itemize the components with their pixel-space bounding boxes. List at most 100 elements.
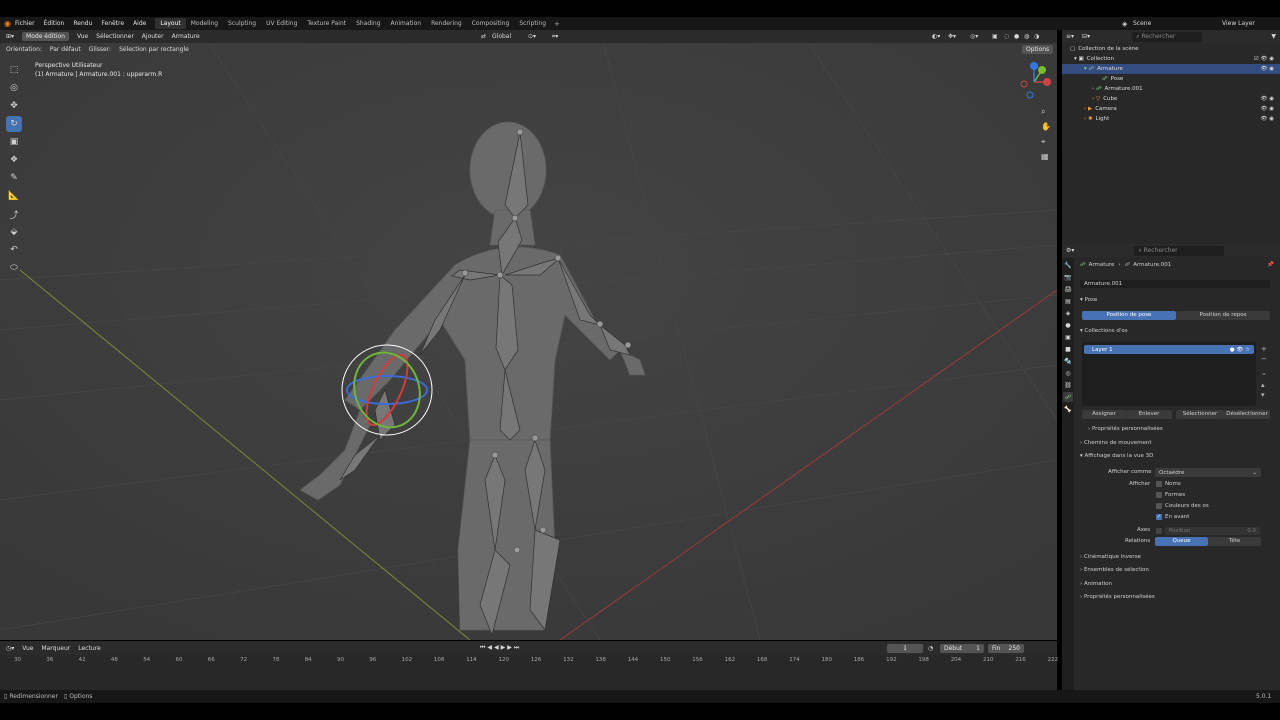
workspace-tab-uv-editing[interactable]: UV Editing: [261, 18, 302, 29]
timeline-menu-playback[interactable]: Lecture: [78, 645, 100, 652]
axes-checkbox[interactable]: [1156, 527, 1162, 534]
drag-selector[interactable]: Sélection par rectangle: [119, 46, 189, 53]
world-tab-icon[interactable]: ●: [1063, 320, 1073, 330]
extrude-icon[interactable]: ⤴: [6, 206, 22, 222]
workspace-tab-compositing[interactable]: Compositing: [467, 18, 515, 29]
workspace-tab-rendering[interactable]: Rendering: [426, 18, 467, 29]
view-layer-selector[interactable]: View Layer: [1222, 20, 1255, 27]
output-tab-icon[interactable]: 🖨: [1063, 284, 1073, 294]
scale-icon[interactable]: ▣: [6, 134, 22, 150]
blender-logo-icon[interactable]: ◉: [4, 19, 11, 28]
outliner-item-armature-data[interactable]: › ☍ Armature.001: [1062, 84, 1280, 94]
modifier-tab-icon[interactable]: 🔩: [1063, 356, 1073, 366]
tool-tab-icon[interactable]: 🔧: [1063, 260, 1073, 270]
workspace-tab-shading[interactable]: Shading: [351, 18, 385, 29]
visibility-toggles[interactable]: 👁 ◉: [1260, 116, 1274, 122]
scene-selector[interactable]: Scene: [1133, 20, 1151, 27]
viewport-display-header[interactable]: ▾ Affichage dans la vue 3D: [1080, 453, 1153, 459]
end-frame-field[interactable]: Fin 250: [988, 643, 1024, 653]
menu-view[interactable]: Vue: [77, 33, 88, 40]
shading-material-icon[interactable]: ◍: [1024, 33, 1029, 40]
display-mode-icon[interactable]: ⊟▾: [1082, 33, 1090, 40]
remove-button[interactable]: Enlever: [1126, 410, 1172, 419]
transform-orientation-selector[interactable]: Global: [492, 33, 511, 40]
editor-type-icon[interactable]: ⊞▾: [6, 33, 14, 40]
move-down-icon[interactable]: ▾: [1261, 390, 1267, 400]
pin-icon[interactable]: 📌: [1267, 262, 1274, 268]
outliner-search[interactable]: ⌕ Rechercher: [1132, 31, 1203, 42]
relation-tail-button[interactable]: Queue: [1155, 537, 1208, 546]
collection-tab-icon[interactable]: ▣: [1063, 332, 1073, 342]
move-icon[interactable]: ✥: [6, 98, 22, 114]
properties-editor-icon[interactable]: ⚙▾: [1066, 247, 1074, 254]
custom-props-header[interactable]: › Propriétés personnalisées: [1080, 594, 1155, 600]
envelope-icon[interactable]: ⬭: [6, 260, 22, 276]
playback-controls[interactable]: ⏮◀◀▶▶⏭: [480, 644, 521, 652]
filter-icon[interactable]: ▼: [1271, 33, 1276, 40]
outliner-root[interactable]: ▢ Collection de la scène: [1062, 44, 1280, 54]
3d-viewport[interactable]: [0, 30, 1057, 640]
add-workspace-icon[interactable]: +: [554, 20, 560, 28]
axes-position-field[interactable]: Position 0.0: [1165, 526, 1260, 535]
gizmo-icon[interactable]: ✥▾: [948, 33, 956, 40]
workspace-tab-sculpting[interactable]: Sculpting: [223, 18, 261, 29]
scene-tab-icon[interactable]: ◈: [1063, 308, 1073, 318]
menu-window[interactable]: Fenêtre: [101, 20, 124, 27]
outliner-editor-icon[interactable]: ≡▾: [1066, 33, 1074, 40]
transform-icon[interactable]: ❖: [6, 152, 22, 168]
menu-add[interactable]: Ajouter: [142, 33, 164, 40]
armature-data-tab-icon[interactable]: ☍: [1063, 392, 1073, 402]
deselect-button[interactable]: Désélectionner: [1224, 410, 1270, 419]
menu-armature[interactable]: Armature: [172, 33, 200, 40]
workspace-tab-modeling[interactable]: Modeling: [186, 18, 223, 29]
navigation-gizmo[interactable]: [1012, 60, 1056, 104]
outliner-item-cube[interactable]: › ▽ Cube 👁 ◉: [1062, 94, 1280, 104]
in-front-checkbox[interactable]: ✓ En avant: [1156, 514, 1189, 520]
bone-collections-header[interactable]: ▾ Collections d'os: [1080, 328, 1128, 334]
shading-rendered-icon[interactable]: ◑: [1034, 33, 1039, 40]
current-frame-field[interactable]: 1: [887, 643, 923, 653]
bone-tab-icon[interactable]: 🦴: [1063, 404, 1073, 414]
select-box-icon[interactable]: ⬚: [6, 62, 22, 78]
display-as-dropdown[interactable]: Octaèdre ⌄: [1155, 468, 1261, 477]
armature-data-name-field[interactable]: Armature.001: [1080, 280, 1270, 288]
xray-icon[interactable]: ▣: [992, 33, 998, 40]
roll-icon[interactable]: ↶: [6, 242, 22, 258]
workspace-tab-texture-paint[interactable]: Texture Paint: [302, 18, 351, 29]
inverse-kinematics-header[interactable]: › Cinématique inverse: [1080, 554, 1141, 560]
workspace-tab-layout[interactable]: Layout: [155, 18, 186, 29]
pan-hand-icon[interactable]: ✋: [1041, 119, 1051, 134]
selection-sets-header[interactable]: › Ensembles de sélection: [1080, 567, 1149, 573]
annotate-icon[interactable]: ✎: [6, 170, 22, 186]
shading-wireframe-icon[interactable]: ◌: [1004, 33, 1009, 40]
animation-header[interactable]: › Animation: [1080, 581, 1112, 587]
visibility-toggles[interactable]: 👁 ◉: [1260, 96, 1274, 102]
layer-visibility-icons[interactable]: ● 👁 ☆: [1230, 347, 1250, 353]
workspace-tab-animation[interactable]: Animation: [385, 18, 426, 29]
collection-menu-icon[interactable]: ⌄: [1261, 368, 1267, 378]
outliner-item-collection[interactable]: ▾ ▣ Collection ☑ 👁 ◉: [1062, 54, 1280, 64]
view-layer-tab-icon[interactable]: ▤: [1063, 296, 1073, 306]
pose-position-button[interactable]: Position de pose: [1082, 311, 1176, 320]
start-frame-field[interactable]: Début 1: [940, 643, 984, 653]
names-checkbox[interactable]: Noms: [1156, 481, 1181, 487]
outliner-item-armature[interactable]: ▾ ☍ Armature 👁 ◉: [1062, 64, 1280, 74]
move-up-icon[interactable]: ▴: [1261, 380, 1267, 390]
relation-head-button[interactable]: Tête: [1208, 537, 1261, 546]
mode-selector[interactable]: Mode édition: [22, 32, 69, 41]
outliner-item-light[interactable]: › ✺ Light 👁 ◉: [1062, 114, 1280, 124]
timeline-editor-icon[interactable]: ◷▾: [6, 645, 14, 652]
menu-render[interactable]: Rendu: [73, 20, 92, 27]
bone-collection-item[interactable]: Layer 1 ● 👁 ☆: [1084, 345, 1254, 354]
measure-icon[interactable]: 📐: [6, 188, 22, 204]
visibility-toggles[interactable]: ☑ 👁 ◉: [1254, 56, 1274, 62]
remove-collection-icon[interactable]: −: [1261, 354, 1267, 364]
physics-tab-icon[interactable]: ◎: [1063, 368, 1073, 378]
menu-help[interactable]: Aide: [133, 20, 146, 27]
timeline-ruler[interactable]: 30 36 42 48 54 60 66 72 78 84 90 96 102 108 114 120 126 1…: [0, 655, 1058, 690]
camera-view-icon[interactable]: ⌖: [1041, 134, 1051, 149]
overlay-icon[interactable]: ◎▾: [970, 33, 978, 40]
visibility-icon[interactable]: ◐▾: [932, 33, 940, 40]
rest-position-button[interactable]: Position de repos: [1176, 311, 1270, 320]
menu-edit[interactable]: Édition: [44, 20, 65, 27]
